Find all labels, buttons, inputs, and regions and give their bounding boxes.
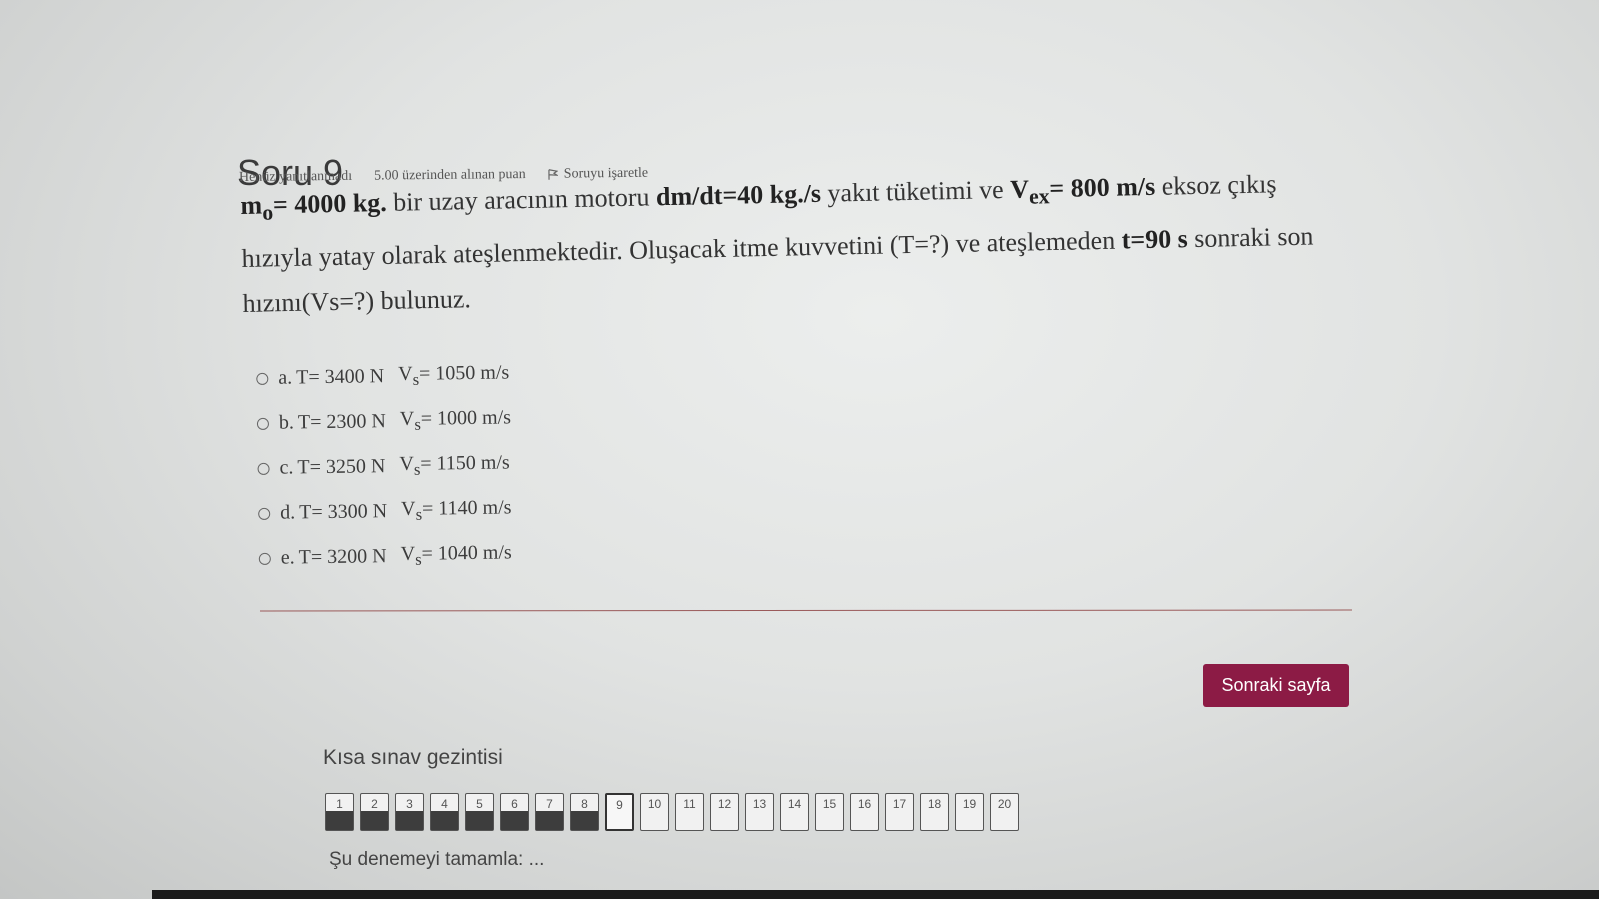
time-value: t=90 s bbox=[1121, 224, 1189, 255]
answer-velocity: Vs= 1000 m/s bbox=[399, 406, 512, 434]
answer-velocity: Vs= 1140 m/s bbox=[400, 496, 512, 524]
answer-letter: a. bbox=[278, 366, 293, 389]
nav-question-15[interactable]: 15 bbox=[815, 793, 844, 831]
content-divider bbox=[259, 609, 1353, 612]
answer-option-b[interactable]: b. T= 2300 N Vs= 1000 m/s bbox=[256, 397, 512, 446]
exhaust-velocity-subscript: ex bbox=[1028, 184, 1050, 209]
exhaust-velocity-value: = 800 m/s bbox=[1049, 171, 1156, 204]
answer-letter: e. bbox=[280, 546, 295, 569]
nav-question-20[interactable]: 20 bbox=[990, 793, 1019, 831]
answer-thrust: T= 3300 N bbox=[299, 500, 388, 524]
mass-value: = 4000 kg. bbox=[272, 187, 388, 220]
nav-question-13[interactable]: 13 bbox=[745, 793, 774, 831]
answer-velocity: Vs= 1050 m/s bbox=[397, 361, 510, 389]
quiz-navigation-blocks: 1 2 3 4 5 6 7 8 9 10 11 12 13 14 15 16 1… bbox=[325, 793, 1019, 831]
question-text: mo= 4000 kg. bir uzay aracının motoru dm… bbox=[240, 160, 1353, 326]
answer-options: a. T= 3400 N Vs= 1050 m/s b. T= 2300 N V… bbox=[256, 352, 513, 581]
nav-question-4[interactable]: 4 bbox=[430, 793, 459, 831]
mass-subscript: o bbox=[262, 200, 274, 225]
nav-question-19[interactable]: 19 bbox=[955, 793, 984, 831]
answer-option-a[interactable]: a. T= 3400 N Vs= 1050 m/s bbox=[256, 352, 511, 401]
nav-question-8[interactable]: 8 bbox=[570, 793, 599, 831]
quiz-navigation-title: Kısa sınav gezintisi bbox=[323, 746, 503, 769]
answer-letter: d. bbox=[280, 501, 296, 524]
nav-question-18[interactable]: 18 bbox=[920, 793, 949, 831]
screen-bottom-edge bbox=[152, 890, 1599, 899]
next-page-button[interactable]: Sonraki sayfa bbox=[1203, 664, 1349, 707]
radio-button[interactable] bbox=[256, 417, 270, 430]
nav-question-14[interactable]: 14 bbox=[780, 793, 809, 831]
radio-button[interactable] bbox=[258, 552, 271, 565]
answer-letter: c. bbox=[279, 456, 294, 479]
exhaust-velocity-symbol: V bbox=[1009, 174, 1030, 204]
answer-option-e[interactable]: e. T= 3200 N Vs= 1040 m/s bbox=[258, 532, 514, 581]
nav-question-9[interactable]: 9 bbox=[605, 793, 634, 831]
nav-question-3[interactable]: 3 bbox=[395, 793, 424, 831]
answer-letter: b. bbox=[278, 411, 295, 434]
question-text-part: bir uzay aracının motoru bbox=[386, 182, 657, 217]
answer-option-d[interactable]: d. T= 3300 N Vs= 1140 m/s bbox=[258, 487, 513, 536]
nav-question-11[interactable]: 11 bbox=[675, 793, 704, 831]
answer-velocity: Vs= 1040 m/s bbox=[400, 541, 512, 569]
radio-button[interactable] bbox=[256, 372, 269, 385]
nav-question-5[interactable]: 5 bbox=[465, 793, 494, 831]
mass-flow-rate: dm/dt=40 kg./s bbox=[655, 178, 822, 212]
nav-question-12[interactable]: 12 bbox=[710, 793, 739, 831]
nav-question-16[interactable]: 16 bbox=[850, 793, 879, 831]
nav-question-1[interactable]: 1 bbox=[325, 793, 354, 831]
mass-symbol: m bbox=[240, 190, 263, 220]
finish-attempt-link[interactable]: Şu denemeyi tamamla: ... bbox=[329, 849, 544, 871]
radio-button[interactable] bbox=[257, 462, 270, 475]
nav-question-10[interactable]: 10 bbox=[640, 793, 669, 831]
answer-velocity: Vs= 1150 m/s bbox=[399, 451, 510, 479]
question-text-part: yakıt tüketimi ve bbox=[820, 174, 1011, 208]
radio-button[interactable] bbox=[258, 507, 271, 520]
answer-thrust: T= 3400 N bbox=[296, 365, 385, 389]
nav-question-6[interactable]: 6 bbox=[500, 793, 529, 831]
answer-option-c[interactable]: c. T= 3250 N Vs= 1150 m/s bbox=[257, 442, 512, 491]
nav-question-7[interactable]: 7 bbox=[535, 793, 564, 831]
nav-question-17[interactable]: 17 bbox=[885, 793, 914, 831]
answer-thrust: T= 3250 N bbox=[297, 455, 386, 479]
answer-thrust: T= 2300 N bbox=[297, 410, 387, 434]
answer-thrust: T= 3200 N bbox=[298, 545, 387, 569]
nav-question-2[interactable]: 2 bbox=[360, 793, 389, 831]
